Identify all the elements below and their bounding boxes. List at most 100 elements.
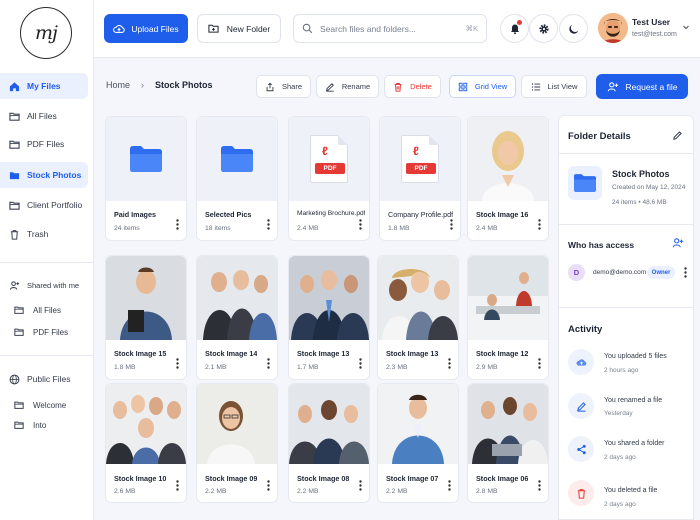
more-options-icon[interactable]	[267, 219, 270, 230]
file-meta: 2.2 MB	[205, 488, 227, 495]
more-options-icon[interactable]	[267, 480, 270, 491]
access-user-email: demo@demo.com	[593, 269, 647, 276]
file-card[interactable]: Paid Images 24 items	[105, 116, 187, 241]
file-card[interactable]: Selected Pics 18 items	[196, 116, 278, 241]
folder-plus-icon	[208, 24, 219, 33]
breadcrumb-home[interactable]: Home	[106, 80, 130, 90]
file-card[interactable]: Stock Image 13 2.3 MB	[377, 255, 459, 380]
user-avatar[interactable]	[598, 13, 628, 43]
more-options-icon[interactable]	[538, 480, 541, 491]
search-box[interactable]: ⌘K	[293, 14, 487, 43]
photo-smiling-group	[378, 256, 458, 340]
file-card[interactable]: Stock Image 13 1.7 MB	[288, 255, 370, 380]
photo-thumbnail	[289, 256, 369, 340]
details-title: Folder Details	[568, 131, 631, 142]
file-meta: 2.4 MB	[297, 225, 319, 232]
file-card[interactable]: Stock Image 09 2.2 MB	[196, 383, 278, 503]
app-logo[interactable]: mj	[20, 7, 72, 59]
file-card[interactable]: Stock Image 08 2.2 MB	[288, 383, 370, 503]
more-options-icon[interactable]	[359, 480, 362, 491]
more-options-icon[interactable]	[538, 219, 541, 230]
folder-icon	[9, 200, 20, 211]
file-name: Paid Images	[114, 210, 156, 219]
sidebar-shared-pdf-files[interactable]: PDF Files	[14, 323, 68, 341]
more-options-icon[interactable]	[538, 358, 541, 369]
more-options-icon[interactable]	[176, 480, 179, 491]
photo-thumbnail	[106, 256, 186, 340]
share-button[interactable]: Share	[256, 75, 311, 98]
settings-button[interactable]	[529, 14, 558, 43]
request-file-button[interactable]: Request a file	[596, 74, 688, 99]
folder-icon	[14, 420, 24, 430]
photo-thumbnail	[468, 256, 548, 340]
more-options-icon[interactable]	[450, 219, 453, 230]
list-view-button[interactable]: List View	[521, 75, 587, 98]
avatar-illustration	[598, 13, 628, 43]
file-card[interactable]: Stock Image 10 2.6 MB	[105, 383, 187, 503]
more-options-icon[interactable]	[176, 219, 179, 230]
photo-thumbnail	[289, 384, 369, 464]
detail-stats: 24 items • 48.6 MB	[612, 199, 667, 206]
pencil-icon[interactable]	[672, 130, 683, 141]
sidebar-public-welcome[interactable]: Welcome	[14, 396, 66, 414]
sidebar-item-pdf-files[interactable]: PDF Files	[0, 131, 88, 157]
sidebar-item-client-portfolio[interactable]: Client Portfolio	[0, 192, 88, 218]
sidebar-section-public[interactable]: Public Files	[0, 366, 88, 392]
rename-button[interactable]: Rename	[316, 75, 379, 98]
sidebar-section-shared[interactable]: Shared with me	[0, 272, 88, 298]
file-card[interactable]: Stock Image 07 2.2 MB	[377, 383, 459, 503]
photo-diverse-team	[289, 384, 369, 464]
file-card[interactable]: ℓ PDF Company Profile.pdf 1.8 MB	[379, 116, 461, 241]
photo-businesswoman	[468, 117, 548, 201]
search-input[interactable]	[320, 23, 450, 34]
gear-icon	[538, 23, 549, 34]
access-user-avatar: D	[568, 264, 585, 281]
file-meta: 1.8 MB	[388, 225, 410, 232]
more-options-icon[interactable]	[448, 358, 451, 369]
breadcrumb-separator: ›	[141, 80, 145, 90]
top-bar: Upload Files New Folder ⌘K Test User tes…	[94, 0, 700, 58]
photo-thumbnail	[197, 256, 277, 340]
sidebar-item-my-files[interactable]: My Files	[0, 73, 88, 99]
new-folder-button[interactable]: New Folder	[197, 14, 281, 43]
share-icon	[266, 82, 274, 91]
file-name: Marketing Brochure.pdf	[297, 210, 365, 217]
upload-files-button[interactable]: Upload Files	[104, 14, 188, 43]
photo-thumbnail	[468, 384, 548, 464]
sidebar-item-trash[interactable]: Trash	[0, 221, 88, 247]
pdf-document-icon: ℓ PDF	[401, 135, 439, 183]
add-user-icon[interactable]	[672, 237, 684, 249]
file-card[interactable]: ℓ PDF Marketing Brochure.pdf 2.4 MB	[288, 116, 370, 241]
file-card[interactable]: Stock Image 16 2.4 MB	[467, 116, 549, 241]
more-options-icon[interactable]	[359, 358, 362, 369]
file-name: Stock Image 07	[386, 474, 439, 483]
file-card[interactable]: Stock Image 12 2.9 MB	[467, 255, 549, 380]
sidebar-public-into[interactable]: Into	[14, 416, 46, 434]
file-card[interactable]: Stock Image 15 1.8 MB	[105, 255, 187, 380]
theme-toggle-button[interactable]	[559, 14, 588, 43]
sidebar-item-stock-photos[interactable]: Stock Photos	[0, 162, 88, 188]
breadcrumb-current: Stock Photos	[155, 80, 213, 90]
more-options-icon[interactable]	[448, 480, 451, 491]
photo-woman-glasses	[197, 384, 277, 464]
user-email: test@test.com	[632, 31, 677, 38]
sidebar-item-all-files[interactable]: All Files	[0, 103, 88, 129]
grid-view-button[interactable]: Grid View	[449, 75, 516, 98]
grid-icon	[458, 82, 468, 91]
more-options-icon[interactable]	[267, 358, 270, 369]
notification-dot	[517, 20, 522, 25]
delete-button[interactable]: Delete	[384, 75, 441, 98]
photo-thumbnail	[378, 384, 458, 464]
photo-team-suits	[289, 256, 369, 340]
user-name: Test User	[632, 17, 671, 27]
chevron-down-icon[interactable]	[682, 23, 690, 31]
more-options-icon[interactable]	[359, 219, 362, 230]
more-options-icon[interactable]	[176, 358, 179, 369]
more-options-icon[interactable]	[684, 267, 687, 278]
home-icon	[9, 81, 20, 92]
sidebar-shared-all-files[interactable]: All Files	[14, 301, 61, 319]
file-card[interactable]: Stock Image 14 2.1 MB	[196, 255, 278, 380]
folder-icon	[568, 166, 602, 200]
file-card[interactable]: Stock Image 06 2.8 MB	[467, 383, 549, 503]
notifications-button[interactable]	[500, 14, 529, 43]
